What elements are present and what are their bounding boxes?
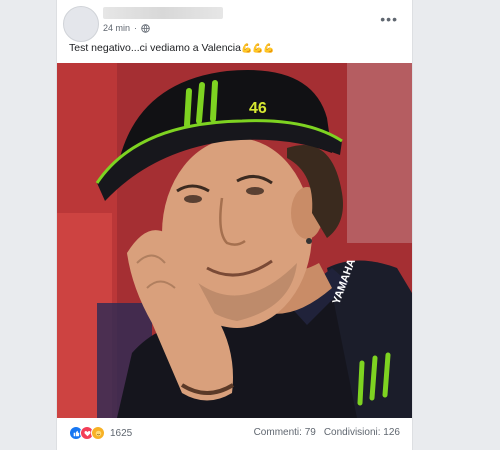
post-footer: 1625 Commenti: 79 Condivisioni: 126 bbox=[57, 418, 412, 450]
reactions-summary[interactable]: 1625 bbox=[69, 426, 132, 440]
avatar[interactable] bbox=[63, 6, 99, 42]
reaction-count: 1625 bbox=[110, 427, 133, 439]
flexed-biceps-emojis: 💪💪💪 bbox=[240, 43, 275, 53]
comments-count[interactable]: Commenti: 79 bbox=[254, 427, 316, 438]
post-photo[interactable]: 46 YAMAHA bbox=[57, 63, 412, 418]
author-name-redacted[interactable] bbox=[103, 7, 223, 19]
post-meta: 24 min · bbox=[103, 23, 150, 33]
care-icon bbox=[91, 426, 105, 440]
rider-portrait-illustration: 46 YAMAHA bbox=[57, 63, 412, 418]
cap-number: 46 bbox=[249, 100, 267, 117]
post-stats: Commenti: 79 Condivisioni: 126 bbox=[254, 427, 400, 438]
post-timestamp[interactable]: 24 min bbox=[103, 23, 130, 33]
post-text: Test negativo...ci vediamo a Valencia💪💪💪 bbox=[69, 42, 275, 54]
post-header: 24 min · ••• Test negativo...ci vediamo … bbox=[57, 0, 412, 60]
post-card: 24 min · ••• Test negativo...ci vediamo … bbox=[57, 0, 412, 450]
shares-count[interactable]: Condivisioni: 126 bbox=[324, 427, 400, 438]
globe-icon bbox=[141, 23, 150, 33]
more-options-icon[interactable]: ••• bbox=[380, 12, 398, 26]
post-text-body: Test negativo...ci vediamo a Valencia bbox=[69, 42, 241, 54]
